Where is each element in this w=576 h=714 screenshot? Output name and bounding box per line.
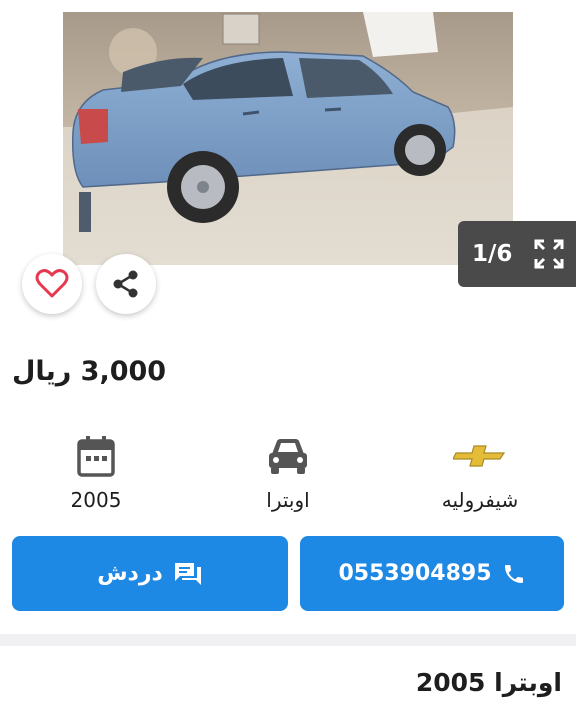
phone-icon [504,564,523,583]
spec-model-label: اوبترا [266,488,310,512]
chat-icon [174,562,201,585]
spec-model: اوبترا [223,432,353,512]
chevron-right-icon [520,114,532,134]
car-icon [269,439,307,474]
spec-year-label: 2005 [70,488,122,512]
share-icon [113,270,138,298]
image-gallery[interactable]: 1/6 [0,0,576,287]
heart-icon [35,269,69,298]
listing-price: 3,000 ريال [12,356,167,387]
chat-button[interactable]: دردش [12,536,288,611]
call-button[interactable]: 0553904895 [300,536,564,611]
calendar-icon [77,436,115,477]
chat-button-label: دردش [97,561,163,586]
fullscreen-icon[interactable] [532,237,566,271]
next-image-button[interactable] [514,112,538,136]
car-photo[interactable] [63,12,513,265]
image-counter: 1/6 [472,241,513,267]
section-divider [0,634,576,646]
spec-brand: شيفروليه [415,432,545,512]
favorite-button[interactable] [22,254,82,314]
listing-title: اوبترا 2005 [415,668,562,697]
image-counter-panel[interactable]: 1/6 [458,221,576,287]
previous-image-button[interactable] [38,112,62,136]
chevron-left-icon [44,114,56,134]
call-button-label: 0553904895 [338,561,492,586]
spec-brand-label: شيفروليه [441,488,519,512]
spec-year: 2005 [31,432,161,512]
chevrolet-logo [453,445,506,467]
share-button[interactable] [96,254,156,314]
